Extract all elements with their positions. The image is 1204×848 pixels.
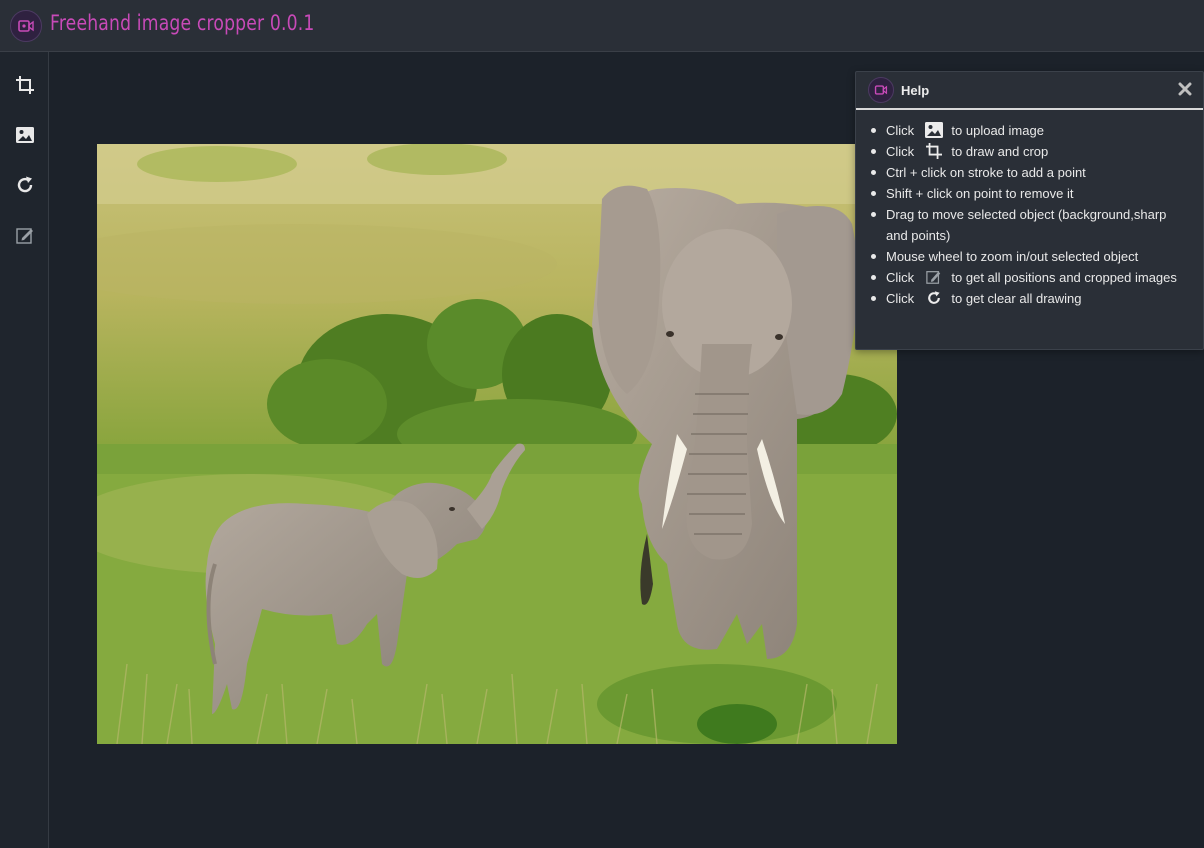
help-item-pre: Click — [886, 291, 915, 306]
help-panel: Help Click to upload image Click to draw… — [855, 71, 1204, 350]
tool-sidebar — [0, 52, 49, 848]
close-icon — [1178, 82, 1192, 96]
crop-tool-button[interactable] — [12, 72, 38, 98]
help-logo-icon — [868, 77, 894, 103]
help-item-zoom: Mouse wheel to zoom in/out selected obje… — [856, 246, 1203, 267]
upload-image-button[interactable] — [12, 122, 38, 148]
help-item-post: to get clear all drawing — [951, 291, 1082, 306]
crop-icon — [16, 76, 34, 94]
edit-icon — [926, 271, 941, 284]
help-item-pre: Click — [886, 144, 915, 159]
refresh-icon — [17, 176, 33, 193]
clear-drawing-button[interactable] — [12, 172, 38, 198]
help-list: Click to upload image Click to draw and … — [856, 120, 1203, 309]
image-icon — [924, 122, 943, 138]
app-title: Freehand image cropper 0.0.1 — [50, 11, 315, 35]
top-bar: Freehand image cropper 0.0.1 — [0, 0, 1204, 52]
loaded-image[interactable] — [97, 144, 897, 744]
help-item-remove-point: Shift + click on point to remove it — [856, 183, 1203, 204]
app-logo-icon — [10, 10, 42, 42]
crop-icon — [925, 143, 942, 159]
help-header: Help — [856, 72, 1203, 110]
help-item-add-point: Ctrl + click on stroke to add a point — [856, 162, 1203, 183]
help-item-clear: Click to get clear all drawing — [856, 288, 1203, 309]
help-item-post: to get all positions and cropped images — [951, 270, 1177, 285]
get-positions-button[interactable] — [12, 222, 38, 248]
help-item-drag: Drag to move selected object (background… — [856, 204, 1203, 246]
help-item-pre: Click — [886, 270, 915, 285]
help-item-crop: Click to draw and crop — [856, 141, 1203, 162]
help-item-post: to upload image — [951, 123, 1044, 138]
help-close-button[interactable] — [1177, 81, 1193, 97]
help-item-get-positions: Click to get all positions and cropped i… — [856, 267, 1203, 288]
help-item-upload: Click to upload image — [856, 120, 1203, 141]
help-item-post: to draw and crop — [951, 144, 1049, 159]
help-item-pre: Click — [886, 123, 915, 138]
help-title: Help — [901, 83, 930, 98]
edit-icon — [16, 228, 33, 244]
refresh-icon — [927, 291, 940, 304]
image-icon — [16, 127, 34, 143]
